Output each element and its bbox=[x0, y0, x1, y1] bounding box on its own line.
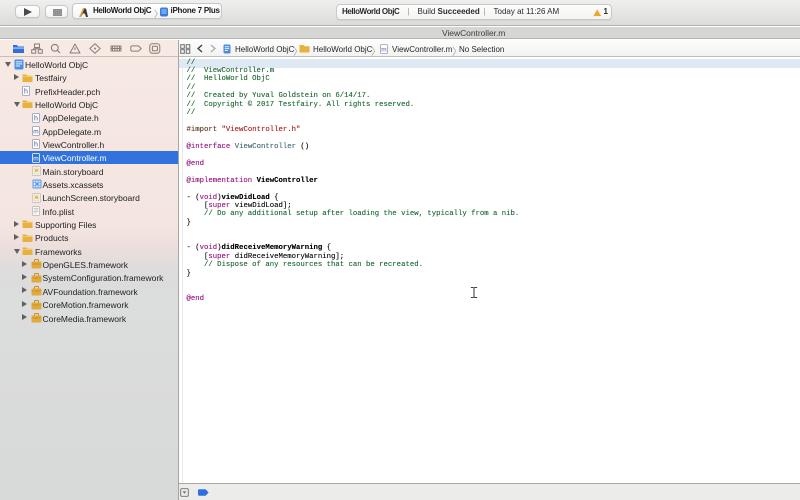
svg-text:h: h bbox=[34, 142, 38, 149]
svg-text:h: h bbox=[24, 88, 28, 95]
svg-text:m: m bbox=[33, 155, 38, 162]
svg-text:m: m bbox=[33, 128, 38, 135]
svg-text:m: m bbox=[381, 47, 386, 54]
svg-text:h: h bbox=[34, 115, 38, 122]
